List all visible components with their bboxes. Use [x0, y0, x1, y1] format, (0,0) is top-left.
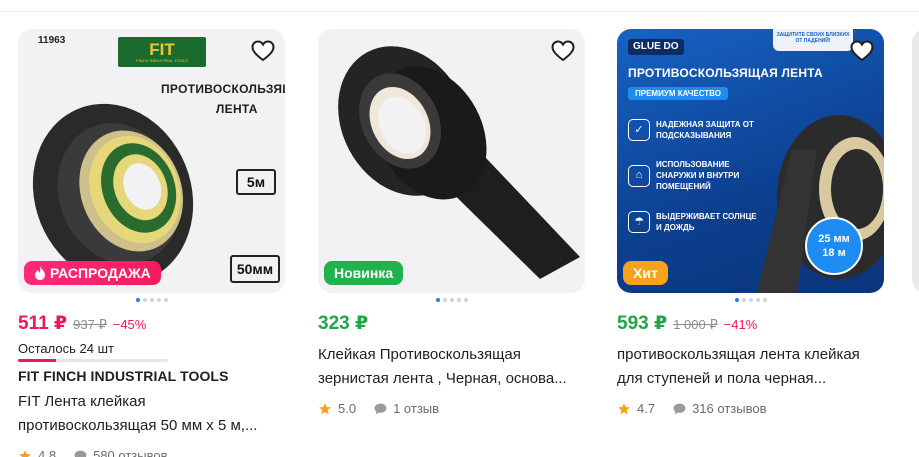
sku-label: 11963: [38, 35, 66, 46]
comment-icon: [374, 403, 387, 414]
heart-icon: [850, 40, 874, 62]
image-heading: ПРОТИВОСКОЛЬЗЯЩАЯ ЛЕНТА: [628, 66, 823, 80]
tape-illustration: [18, 29, 285, 293]
old-price: 1 000 ₽: [673, 317, 718, 332]
reviews-count[interactable]: 580 отзывов: [93, 448, 167, 457]
rating-value: 4.7: [637, 401, 656, 416]
pager-dot[interactable]: [435, 298, 440, 302]
pager-dot[interactable]: [456, 298, 461, 302]
pager-dot[interactable]: [135, 298, 140, 302]
pager-dot[interactable]: [741, 298, 746, 302]
image-pager[interactable]: [318, 298, 585, 302]
hit-badge: Хит: [623, 261, 668, 285]
price-row: 593 ₽ 1 000 ₽ −41%: [617, 312, 884, 335]
price-row: 323 ₽: [318, 312, 585, 335]
product-title[interactable]: Клейкая Противоскользящая зернистая лент…: [318, 343, 580, 391]
pager-dot[interactable]: [463, 298, 468, 302]
house-icon: ⌂: [628, 164, 650, 187]
discount: −45%: [112, 317, 147, 332]
image-feature: ✓ НАДЕЖНАЯ ЗАЩИТА ОТ ПОДСКАЗЫВАНИЯ: [628, 119, 758, 141]
image-feature: ⌂ ИСПОЛЬЗОВАНИЕ СНАРУЖИ И ВНУТРИ ПОМЕЩЕН…: [628, 159, 758, 192]
price: 593 ₽: [617, 313, 668, 334]
price-row: 511 ₽ 937 ₽ −45%: [18, 312, 285, 335]
star-icon: [19, 449, 31, 457]
favorite-button[interactable]: [549, 37, 577, 65]
length-label: 5м: [236, 169, 276, 195]
weather-icon: ☂: [628, 211, 650, 233]
image-top-note: ЗАЩИТИТЕ СВОИХ БЛИЗКИХ ОТ ПАДЕНИЙ!: [773, 29, 853, 51]
tape-illustration: [318, 29, 585, 293]
image-pager[interactable]: [617, 298, 884, 302]
product-title[interactable]: противоскользящая лента клейкая для ступ…: [617, 343, 879, 391]
pager-dot[interactable]: [149, 298, 154, 302]
product-card[interactable]: Новинка 323 ₽ Клейкая Противоскользящая …: [318, 29, 585, 416]
sale-badge: РАСПРОДАЖА: [24, 261, 161, 285]
old-price: 937 ₽: [73, 317, 107, 332]
brand-logo: FIT FINCH INDUSTRIAL TOOLS: [118, 37, 206, 67]
top-divider: [0, 11, 919, 12]
stock-fill: [18, 359, 56, 362]
heart-icon: [251, 40, 275, 62]
price: 511 ₽: [18, 313, 68, 334]
star-icon: [618, 402, 630, 414]
favorite-button[interactable]: [249, 37, 277, 65]
product-title[interactable]: FIT Лента клейкая противоскользящая 50 м…: [18, 390, 280, 438]
product-image[interactable]: 11963 FIT FINCH INDUSTRIAL TOOLS ПРОТИВО…: [18, 29, 285, 293]
pager-dot[interactable]: [734, 298, 739, 302]
size-circle: 25 мм 18 м: [805, 217, 863, 275]
pager-dot[interactable]: [748, 298, 753, 302]
image-heading: ПРОТИВОСКОЛЬЗЯЩАЯ ЛЕНТА: [161, 82, 285, 116]
stock-text: Осталось 24 шт: [18, 341, 114, 356]
rating-value: 5.0: [338, 401, 357, 416]
pager-dot[interactable]: [163, 298, 168, 302]
rating-row: 4.7 316 отзывов: [617, 401, 884, 416]
rating-row: 5.0 1 отзыв: [318, 401, 585, 416]
star-icon: [319, 402, 331, 414]
pager-dot[interactable]: [449, 298, 454, 302]
rating-row: 4.8 580 отзывов: [18, 448, 285, 457]
favorite-button[interactable]: [848, 37, 876, 65]
pager-dot[interactable]: [142, 298, 147, 302]
stock-bar: [18, 359, 168, 362]
price: 323 ₽: [318, 313, 369, 334]
width-label: 50мм: [230, 255, 280, 283]
pager-dot[interactable]: [442, 298, 447, 302]
product-image[interactable]: GLUE DO ЗАЩИТИТЕ СВОИХ БЛИЗКИХ ОТ ПАДЕНИ…: [617, 29, 884, 293]
product-image[interactable]: [912, 29, 919, 293]
product-card-partial[interactable]: [912, 29, 919, 293]
fire-icon: [35, 266, 45, 280]
reviews-count[interactable]: 316 отзывов: [692, 401, 766, 416]
image-feature: ☂ ВЫДЕРЖИВАЕТ СОЛНЦЕ И ДОЖДЬ: [628, 211, 758, 233]
heart-icon: [551, 40, 575, 62]
comment-icon: [74, 450, 87, 457]
new-badge: Новинка: [324, 261, 404, 285]
pager-dot[interactable]: [762, 298, 767, 302]
pager-dot[interactable]: [755, 298, 760, 302]
image-pager[interactable]: [18, 298, 285, 302]
rating-value: 4.8: [38, 448, 57, 457]
product-card[interactable]: GLUE DO ЗАЩИТИТЕ СВОИХ БЛИЗКИХ ОТ ПАДЕНИ…: [617, 29, 884, 416]
brand-name[interactable]: FIT FINCH INDUSTRIAL TOOLS: [18, 368, 285, 384]
discount: −41%: [723, 317, 758, 332]
product-card[interactable]: 11963 FIT FINCH INDUSTRIAL TOOLS ПРОТИВО…: [18, 29, 285, 457]
check-icon: ✓: [628, 119, 650, 141]
brand-logo: GLUE DO: [628, 39, 684, 55]
reviews-count[interactable]: 1 отзыв: [393, 401, 439, 416]
image-pill: ПРЕМИУМ КАЧЕСТВО: [628, 87, 728, 100]
comment-icon: [673, 403, 686, 414]
pager-dot[interactable]: [156, 298, 161, 302]
product-image[interactable]: Новинка: [318, 29, 585, 293]
